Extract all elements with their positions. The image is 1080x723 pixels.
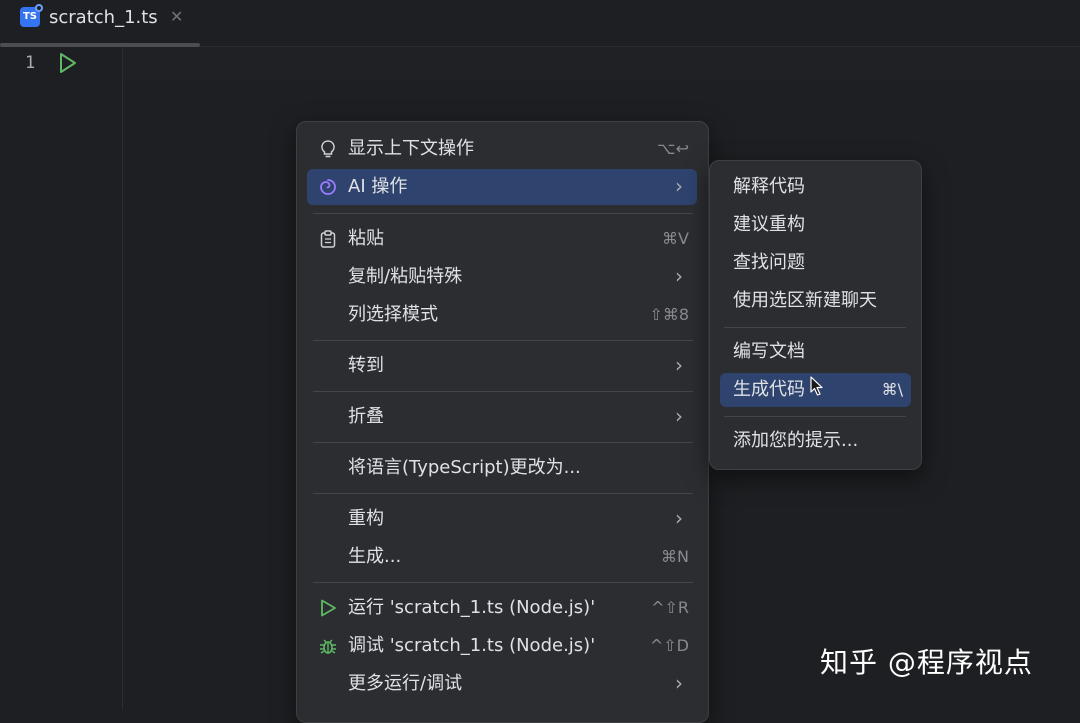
clipboard-icon	[318, 229, 338, 249]
menu-item-label: 重构	[348, 508, 384, 529]
line-number: 1	[25, 53, 36, 73]
menu-item-label: 使用选区新建聊天	[733, 290, 877, 311]
menu-item-more-run-debug[interactable]: 更多运行/调试 ›	[307, 666, 697, 702]
menu-item-column-selection[interactable]: 列选择模式 ⇧⌘8	[307, 297, 697, 333]
close-icon[interactable]: ✕	[170, 6, 183, 28]
shortcut-text: ^⇧R	[651, 598, 689, 617]
menu-item-label: 折叠	[348, 406, 384, 427]
editor-tab-bar: TS scratch_1.ts ✕	[0, 0, 1080, 47]
menu-item-run[interactable]: 运行 'scratch_1.ts (Node.js)' ^⇧R	[307, 590, 697, 626]
shortcut-text: ⌥↩	[657, 139, 689, 158]
menu-separator	[313, 493, 693, 494]
menu-item-label: 调试 'scratch_1.ts (Node.js)'	[348, 635, 596, 656]
menu-item-label: 生成代码	[733, 379, 805, 400]
menu-separator	[313, 391, 693, 392]
run-triangle-icon	[318, 598, 338, 618]
submenu-item-add-prompts[interactable]: 添加您的提示...	[720, 424, 911, 458]
menu-item-label: 编写文档	[733, 341, 805, 362]
ai-actions-submenu: 解释代码 建议重构 查找问题 使用选区新建聊天 编写文档 生成代码 ⌘\ 添加您…	[709, 160, 922, 470]
menu-item-label: 粘贴	[348, 228, 384, 249]
menu-item-refactor[interactable]: 重构 ›	[307, 501, 697, 537]
menu-item-ai-actions[interactable]: AI 操作 ›	[307, 169, 697, 205]
shortcut-text: ⇧⌘8	[649, 305, 689, 324]
menu-item-folding[interactable]: 折叠 ›	[307, 399, 697, 435]
menu-item-label: 列选择模式	[348, 304, 438, 325]
shortcut-text: ⌘\	[881, 380, 903, 399]
submenu-item-find-problems[interactable]: 查找问题	[720, 246, 911, 280]
shortcut-text: ⌘N	[661, 547, 689, 566]
menu-item-change-language[interactable]: 将语言(TypeScript)更改为...	[307, 450, 697, 486]
mouse-pointer-icon	[810, 376, 824, 400]
menu-item-label: 转到	[348, 355, 384, 376]
menu-item-go-to[interactable]: 转到 ›	[307, 348, 697, 384]
menu-separator	[724, 327, 906, 328]
menu-item-label: 生成...	[348, 546, 402, 567]
editor-gutter	[0, 47, 123, 710]
chevron-right-icon: ›	[675, 506, 683, 530]
tab-label: scratch_1.ts	[49, 7, 158, 28]
watermark-text: 知乎 @程序视点	[820, 646, 1033, 679]
menu-item-label: 将语言(TypeScript)更改为...	[348, 457, 581, 478]
ai-spiral-icon	[318, 177, 338, 197]
menu-item-label: AI 操作	[348, 176, 408, 197]
menu-item-debug[interactable]: 调试 'scratch_1.ts (Node.js)' ^⇧D	[307, 628, 697, 664]
menu-item-label: 建议重构	[733, 214, 805, 235]
menu-item-generate[interactable]: 生成... ⌘N	[307, 539, 697, 575]
menu-separator	[313, 582, 693, 583]
menu-item-label: 显示上下文操作	[348, 138, 474, 159]
menu-item-show-context-actions[interactable]: 显示上下文操作 ⌥↩	[307, 131, 697, 167]
menu-item-label: 添加您的提示...	[733, 430, 859, 451]
submenu-item-new-chat-selection[interactable]: 使用选区新建聊天	[720, 284, 911, 318]
menu-item-label: 更多运行/调试	[348, 673, 463, 694]
submenu-item-explain-code[interactable]: 解释代码	[720, 170, 911, 204]
shortcut-text: ^⇧D	[649, 636, 689, 655]
menu-item-label: 复制/粘贴特殊	[348, 266, 463, 287]
menu-separator	[313, 213, 693, 214]
menu-item-copy-paste-special[interactable]: 复制/粘贴特殊 ›	[307, 259, 697, 295]
lightbulb-icon	[318, 139, 338, 159]
menu-item-label: 解释代码	[733, 176, 805, 197]
chevron-right-icon: ›	[675, 264, 683, 288]
shortcut-text: ⌘V	[662, 229, 689, 248]
chevron-right-icon: ›	[675, 404, 683, 428]
bug-icon	[318, 636, 338, 656]
chevron-right-icon: ›	[675, 671, 683, 695]
menu-item-paste[interactable]: 粘贴 ⌘V	[307, 221, 697, 257]
submenu-item-suggest-refactoring[interactable]: 建议重构	[720, 208, 911, 242]
menu-separator	[724, 416, 906, 417]
editor-context-menu: 显示上下文操作 ⌥↩ AI 操作 › 粘贴 ⌘V 复制/粘贴特殊 › 列选择模式…	[296, 121, 709, 723]
menu-item-label: 查找问题	[733, 252, 805, 273]
menu-separator	[313, 442, 693, 443]
current-line-highlight	[123, 47, 1080, 81]
chevron-right-icon: ›	[675, 174, 683, 198]
tab-scratch-file[interactable]: TS scratch_1.ts ✕	[0, 0, 200, 47]
menu-item-label: 运行 'scratch_1.ts (Node.js)'	[348, 597, 596, 618]
chevron-right-icon: ›	[675, 353, 683, 377]
run-gutter-icon[interactable]	[58, 52, 78, 78]
menu-separator	[313, 340, 693, 341]
scratch-badge-icon	[35, 4, 43, 12]
submenu-item-write-docs[interactable]: 编写文档	[720, 335, 911, 369]
